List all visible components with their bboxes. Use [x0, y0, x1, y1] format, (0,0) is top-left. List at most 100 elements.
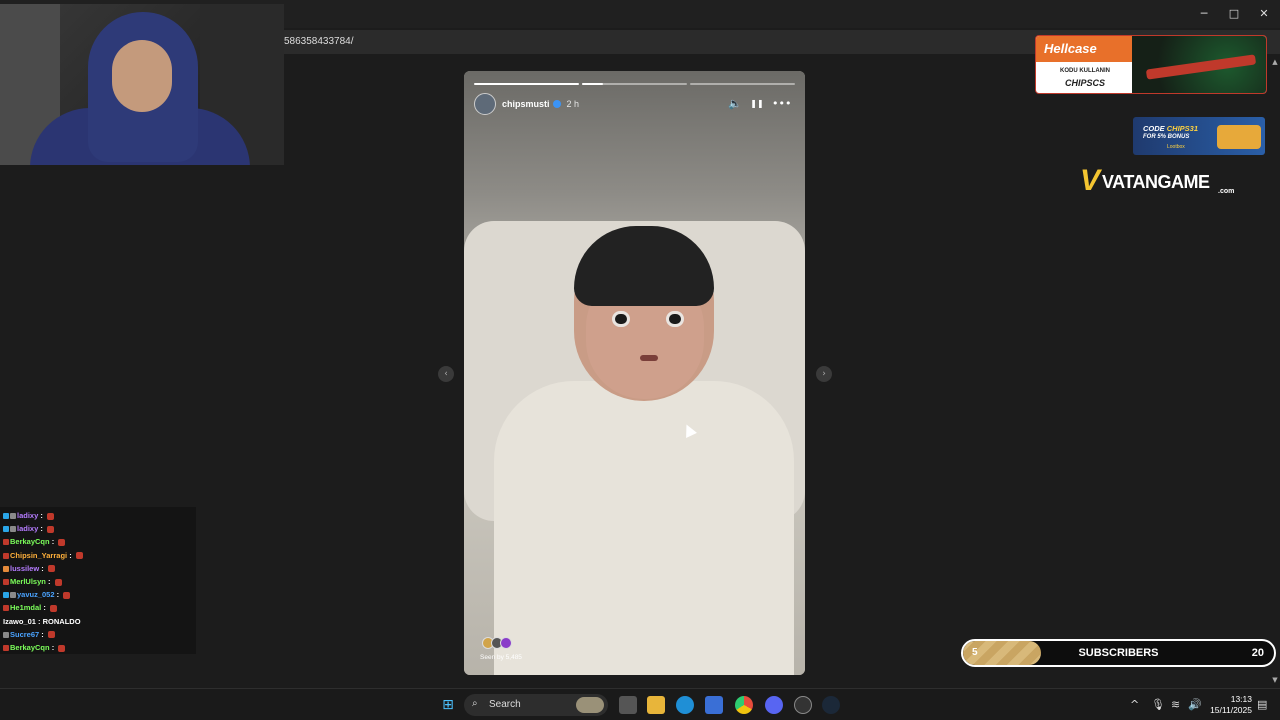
chat-badge-icon [3, 645, 9, 652]
avatar[interactable] [474, 93, 496, 115]
chat-separator: : [39, 629, 46, 639]
hellcase-code: CHIPSCS [1064, 78, 1105, 88]
chat-separator: : [38, 524, 45, 534]
chrome-icon[interactable] [735, 696, 753, 714]
chat-separator: : [49, 537, 57, 547]
discord-icon[interactable] [765, 696, 783, 714]
lootbox-logo: Lootbox [1167, 144, 1185, 150]
url-text[interactable]: 586358433784/ [284, 36, 354, 47]
search-box[interactable]: ⌕ Search [464, 694, 608, 716]
seen-by-count[interactable]: Seen by 5,485 [480, 654, 522, 661]
chat-message: BerkayCqn : [3, 537, 66, 547]
story-username[interactable]: chipsmusti [502, 99, 550, 109]
chat-badge-icon [10, 526, 16, 533]
chat-separator: : [49, 643, 57, 652]
chat-message: Chipsin_Yarragi : [3, 551, 83, 560]
clock[interactable]: 13:13 15/11/2025 [1206, 694, 1252, 716]
chat-badge-icon [3, 565, 9, 572]
store-icon[interactable] [705, 696, 723, 714]
taskbar: ⊞ ⌕ Search ^ 🎙 ≋ 🔊 13:13 15/11/2025 ▤ [0, 688, 1280, 720]
chat-separator: : [45, 577, 53, 586]
chat-message: MerlUlsyn : [3, 577, 62, 586]
chat-badge-icon [3, 552, 9, 559]
microphone-icon[interactable]: 🎙 [1151, 698, 1165, 711]
clock-time: 13:13 [1230, 694, 1252, 704]
chat-separator: : [54, 590, 62, 600]
steam-icon[interactable] [822, 696, 840, 714]
lootbox-code-value: CHIPS31 [1166, 124, 1199, 133]
story-header: chipsmusti 2 h [474, 93, 579, 115]
lootbox-code-prefix: CODE [1143, 124, 1165, 133]
streamer-face [112, 40, 172, 112]
chat-badge-icon [3, 605, 9, 612]
chat-username[interactable]: ladixy [17, 511, 38, 520]
story-image-onesie [494, 381, 794, 675]
volume-icon[interactable]: 🔊 [1188, 698, 1202, 711]
chat-message: BerkayCqn : [3, 643, 66, 652]
hellcase-banner: Hellcase KODU KULLANIN CHIPSCS [1035, 35, 1267, 94]
pause-icon[interactable]: ❚❚ [750, 97, 764, 111]
lootbox-bonus: FOR 5% BONUS [1143, 134, 1190, 140]
windows-start-icon[interactable]: ⊞ [439, 696, 457, 714]
scroll-down-icon[interactable]: ▼ [1270, 676, 1280, 686]
obs-icon[interactable] [794, 696, 812, 714]
chat-username[interactable]: ladixy [17, 524, 38, 533]
chat-emote-icon [58, 644, 66, 652]
story-image-mouth [640, 355, 658, 361]
chat-badge-icon [10, 592, 16, 599]
chat-separator: : [38, 511, 45, 520]
more-options-icon[interactable]: ••• [772, 97, 791, 111]
chat-username[interactable]: yavuz_052 [17, 590, 55, 599]
chat-message: Sucre67 : [3, 630, 55, 639]
chat-badge-icon [10, 513, 16, 520]
chat-username[interactable]: MerlUlsyn [10, 577, 46, 586]
chat-message: lussilew : [3, 564, 55, 573]
notification-icon[interactable]: ▤ [1257, 698, 1267, 711]
story-viewer[interactable]: chipsmusti 2 h 🔈 ❚❚ ••• Seen by 5,485 [464, 71, 805, 675]
chat-emote-icon [46, 525, 54, 533]
vatangame-mark: V [1080, 164, 1101, 197]
chat-message: ladixy : [3, 524, 54, 533]
chat-separator: : [39, 563, 46, 573]
chat-separator: : [67, 550, 74, 560]
close-button[interactable]: ✕ [1254, 6, 1274, 22]
lootbox-art [1217, 125, 1261, 149]
rifle-icon [1145, 54, 1257, 80]
story-progress-fill [582, 83, 603, 85]
search-highlight-icon [576, 697, 604, 713]
story-image-eye [612, 311, 630, 327]
story-timestamp: 2 h [566, 99, 580, 109]
hellcase-logo: Hellcase [1036, 36, 1132, 62]
story-prev-button[interactable]: ‹ [438, 366, 454, 382]
mute-icon[interactable]: 🔈 [728, 97, 742, 111]
wifi-icon[interactable]: ≋ [1171, 698, 1180, 711]
chat-username[interactable]: Izawo_01 [3, 617, 36, 626]
chat-username[interactable]: Sucre67 [10, 630, 39, 639]
scroll-up-icon[interactable]: ▲ [1270, 58, 1280, 68]
story-next-button[interactable]: › [816, 366, 832, 382]
edge-icon[interactable] [676, 696, 694, 714]
chat-username[interactable]: BerkayCqn [10, 537, 50, 546]
chat-username[interactable]: lussilew [10, 564, 39, 573]
subscriber-label: SUBSCRIBERS [1078, 647, 1159, 659]
chat-username[interactable]: He1mdal [10, 603, 41, 612]
story-image-eye [666, 311, 684, 327]
chat-badge-icon [3, 526, 9, 533]
chat-emote-icon [63, 591, 71, 599]
maximize-button[interactable]: □ [1224, 6, 1244, 22]
chat-badge-icon [3, 513, 9, 520]
chat-badge-icon [3, 539, 9, 546]
file-explorer-icon[interactable] [647, 696, 665, 714]
chat-separator: : [35, 616, 43, 626]
chat-username[interactable]: Chipsin_Yarragi [10, 551, 67, 560]
chat-emote-icon [75, 552, 83, 560]
minimize-button[interactable]: ─ [1194, 6, 1214, 22]
task-view-icon[interactable] [619, 696, 637, 714]
chat-username[interactable]: BerkayCqn [10, 643, 50, 652]
chat-badge-icon [3, 631, 9, 638]
seen-avatars[interactable] [482, 637, 522, 651]
tray-overflow-icon[interactable]: ^ [1130, 698, 1139, 711]
vatangame-name: VATANGAME [1102, 172, 1210, 192]
verified-icon [552, 100, 561, 108]
chat-overlay: ladixy : ladixy : BerkayCqn : Chipsin_Ya… [0, 507, 196, 654]
